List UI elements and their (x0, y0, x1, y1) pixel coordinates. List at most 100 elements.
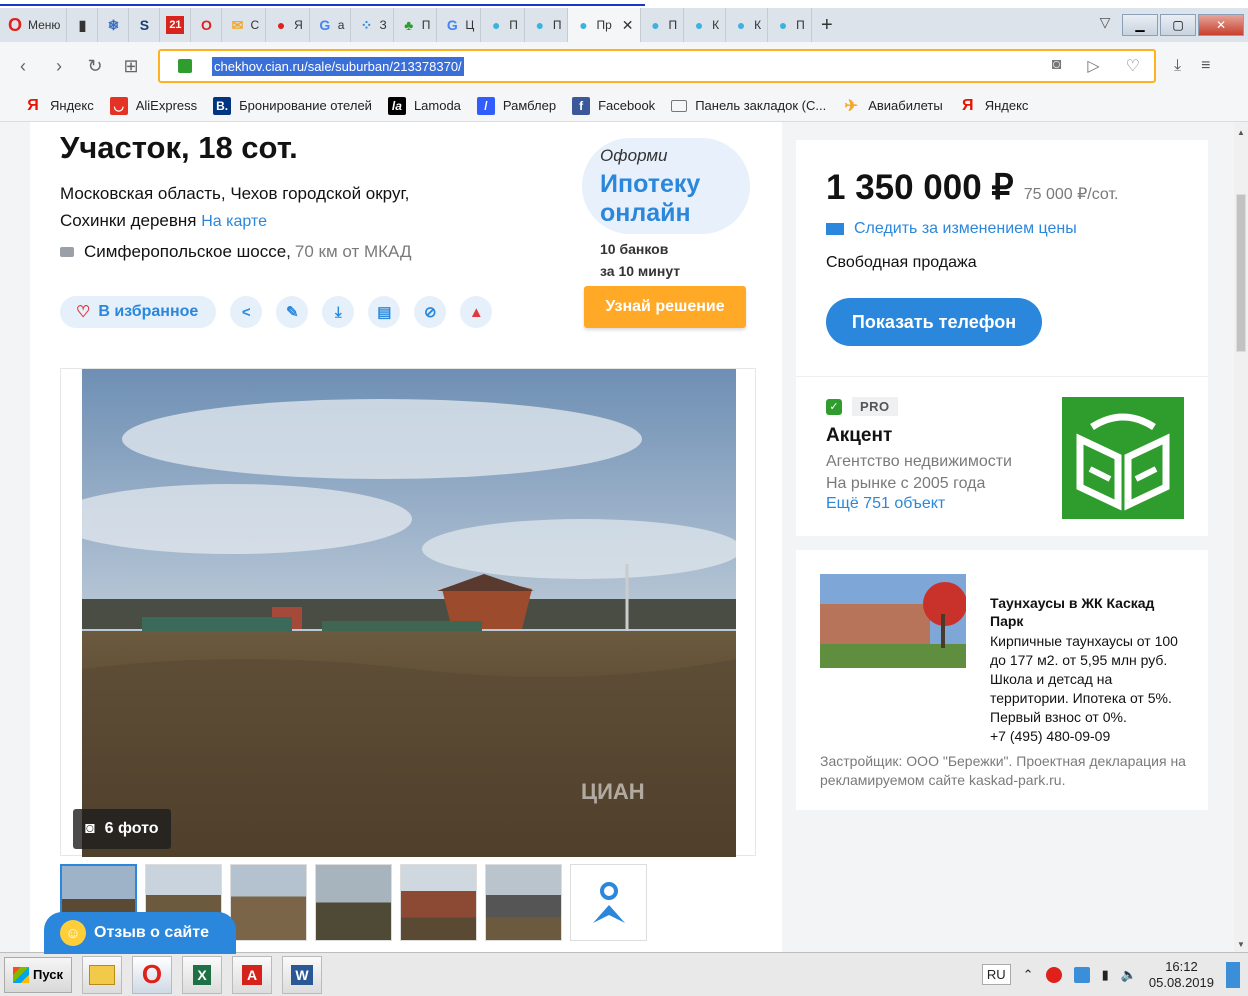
tab-10[interactable]: ♣ П (394, 8, 438, 42)
ad-image[interactable] (820, 574, 966, 668)
tab-2[interactable]: ❄ (98, 8, 130, 42)
tab-12[interactable]: ● П (481, 8, 525, 42)
minimize-button[interactable]: ▁ (1122, 14, 1158, 36)
bookmark-booking[interactable]: B. Бронирование отелей (213, 96, 372, 115)
map-thumbnail[interactable] (570, 864, 647, 941)
tab-7[interactable]: ● Я (266, 8, 310, 42)
agent-name[interactable]: Акцент (826, 425, 892, 447)
map-link[interactable]: На карте (201, 213, 267, 230)
share-icon[interactable]: < (230, 296, 263, 328)
tab-4[interactable]: 21 (160, 8, 192, 42)
send-icon[interactable]: ▷ (1087, 56, 1099, 76)
tab-13[interactable]: ● П (525, 8, 569, 42)
bookmark-avia[interactable]: ✈ Авиабилеты (842, 97, 943, 115)
add-favorite-button[interactable]: ♡ В избранное (60, 296, 217, 328)
address-bar-row: ‹ › ↻ ⊞ chekhov.cian.ru/sale/suburban/21… (0, 42, 1248, 90)
start-button[interactable]: Пуск (4, 956, 72, 993)
edit-icon[interactable]: ✎ (276, 296, 309, 328)
thumbnail[interactable] (315, 864, 392, 941)
language-indicator[interactable]: RU (981, 964, 1011, 985)
tab-label: П (552, 18, 562, 32)
close-tab-icon[interactable]: ✕ (622, 17, 634, 34)
thumbnail[interactable] (485, 864, 562, 941)
thumbnail[interactable] (400, 864, 477, 941)
speed-dial-icon[interactable]: ⊞ (122, 56, 140, 77)
tab-3[interactable]: S (129, 8, 161, 42)
show-phone-button[interactable]: Показать телефон (826, 298, 1042, 346)
volume-icon[interactable]: 🔈 (1121, 967, 1137, 983)
price-per-unit: 75 000 ₽/сот. (1023, 186, 1119, 203)
heart-bookmark-icon[interactable]: ♡ (1126, 56, 1140, 76)
print-icon[interactable]: ▤ (368, 296, 401, 328)
acrobat-icon: A (241, 964, 263, 985)
new-tab-button[interactable]: + (812, 8, 842, 42)
close-window-button[interactable]: ✕ (1198, 14, 1244, 36)
agent-logo[interactable] (1062, 397, 1184, 519)
taskbar-acrobat[interactable]: A (232, 955, 272, 994)
mortgage-cta-button[interactable]: Узнай решение (584, 286, 746, 328)
highway-name[interactable]: Симферопольское шоссе, (84, 242, 291, 262)
signal-icon[interactable]: ▮ (1102, 967, 1109, 983)
clock[interactable]: 16:12 05.08.2019 (1149, 959, 1214, 991)
taskbar-opera[interactable]: O (132, 955, 172, 994)
shield-check-icon: ✓ (826, 398, 842, 415)
tab-5[interactable]: O (191, 8, 223, 42)
tab-9[interactable]: ⁘ З (351, 8, 394, 42)
forward-icon[interactable]: › (50, 56, 68, 77)
opera-tray-icon[interactable] (1045, 966, 1062, 983)
camera-icon[interactable]: ◙ (1052, 56, 1062, 76)
ad-card[interactable]: Таунхаусы в ЖК Каскад Парк Кирпичные тау… (796, 550, 1208, 810)
track-price-link[interactable]: Следить за изменением цены (826, 220, 1077, 238)
bookmark-facebook[interactable]: f Facebook (572, 96, 655, 115)
reload-icon[interactable]: ↻ (86, 56, 104, 77)
taskbar-explorer[interactable] (82, 955, 122, 994)
bookmark-yandex[interactable]: Я Яндекс (24, 97, 93, 115)
maximize-button[interactable]: ▢ (1160, 14, 1196, 36)
bookmark-lamoda[interactable]: la Lamoda (387, 96, 461, 115)
page-scrollbar[interactable]: ▲ ▼ (1234, 122, 1248, 952)
bookmark-yandex-2[interactable]: Я Яндекс (959, 97, 1028, 115)
download-icon[interactable]: ⤓ (322, 296, 355, 328)
taskbar-excel[interactable]: X (182, 955, 222, 994)
tab-11[interactable]: GЦ (437, 8, 482, 42)
tab-16[interactable]: ● К (684, 8, 727, 42)
report-icon[interactable]: ▲ (460, 296, 493, 328)
main-photo[interactable]: ◙ 6 фото ЦИАН (60, 368, 756, 857)
back-icon[interactable]: ‹ (14, 56, 32, 77)
booking-icon: B. (213, 96, 232, 115)
url-text[interactable]: chekhov.cian.ru/sale/suburban/213378370/ (212, 56, 464, 76)
easy-setup-icon[interactable]: ≡ (1201, 57, 1210, 75)
feedback-button[interactable]: ☺ Отзыв о сайте (44, 912, 236, 954)
tab-15[interactable]: ● П (641, 8, 685, 42)
tray-expand-icon[interactable]: ⌃ (1023, 967, 1034, 983)
bookmark-label: Авиабилеты (868, 98, 943, 113)
clock-date: 05.08.2019 (1148, 974, 1214, 990)
show-desktop-button[interactable] (1226, 961, 1240, 988)
thumbnail[interactable] (230, 864, 307, 941)
system-tray: RU ⌃ ▮ 🔈 16:12 05.08.2019 (981, 959, 1248, 991)
url-input[interactable]: chekhov.cian.ru/sale/suburban/213378370/… (158, 49, 1156, 83)
taskbar-word[interactable]: W (282, 955, 322, 994)
scroll-up-icon[interactable]: ▲ (1234, 126, 1248, 140)
tab-18[interactable]: ● П (768, 8, 812, 42)
tab-menu-icon[interactable]: ▽ (1090, 14, 1120, 36)
network-warning-icon[interactable] (1073, 966, 1090, 983)
download-icon[interactable]: ⤓ (1174, 57, 1181, 75)
bookmark-aliexpress[interactable]: ◡ AliExpress (109, 96, 197, 115)
pin-red-icon: ● (276, 17, 286, 33)
bookmark-rambler[interactable]: / Рамблер (476, 96, 556, 115)
tab-1[interactable]: ▮ (67, 8, 99, 42)
tab-6[interactable]: ✉ С (222, 8, 267, 42)
page-title: Участок, 18 сот. (60, 130, 298, 165)
photo-count-badge[interactable]: ◙ 6 фото (73, 809, 171, 849)
tab-active[interactable]: ● Пр ✕ (568, 8, 641, 42)
agent-more-link[interactable]: Ещё 751 объект (826, 495, 945, 513)
ad-title[interactable]: Таунхаусы в ЖК Каскад Парк (990, 594, 1180, 630)
scroll-thumb[interactable] (1236, 194, 1246, 352)
tab-17[interactable]: ● К (726, 8, 769, 42)
opera-menu-button[interactable]: O Меню (0, 8, 68, 42)
tab-8[interactable]: Ga (310, 8, 352, 42)
scroll-down-icon[interactable]: ▼ (1234, 938, 1248, 952)
hide-icon[interactable]: ⊘ (414, 296, 447, 328)
bookmark-folder[interactable]: Панель закладок (С... (671, 98, 826, 113)
